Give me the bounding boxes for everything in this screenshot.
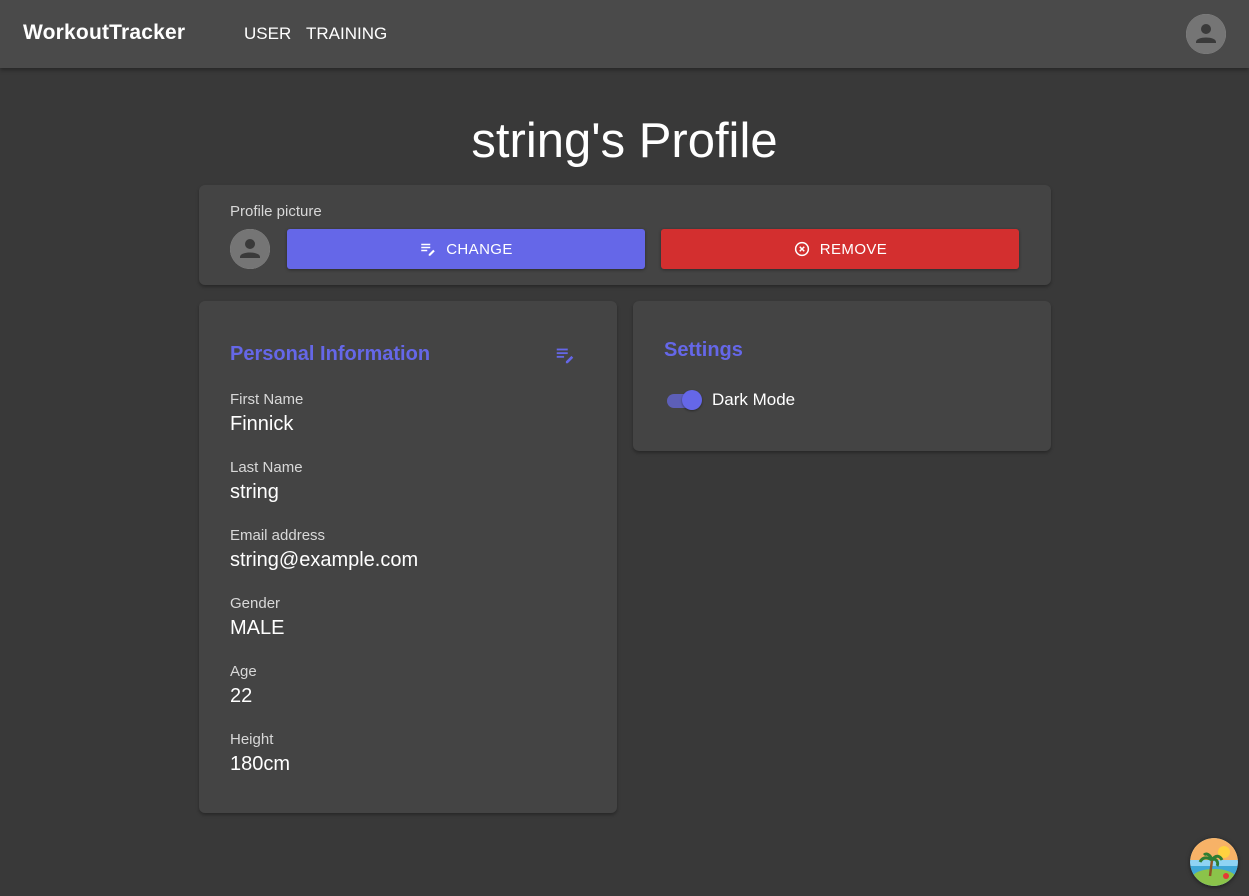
floating-app-button[interactable] bbox=[1190, 838, 1238, 886]
personal-information-title: Personal Information bbox=[230, 343, 431, 365]
remove-picture-button[interactable]: REMOVE bbox=[661, 229, 1019, 269]
nav-training-link[interactable]: TRAINING bbox=[306, 24, 387, 44]
profile-picture-caption: Profile picture bbox=[230, 203, 322, 220]
edit-note-icon bbox=[419, 240, 437, 258]
account-circle-icon bbox=[1186, 14, 1226, 54]
cancel-circle-icon bbox=[793, 240, 811, 258]
gender-value: MALE bbox=[230, 617, 285, 639]
age-value: 22 bbox=[230, 685, 253, 707]
first-name-value: Finnick bbox=[230, 413, 294, 435]
app-bar: WorkoutTracker USER TRAINING bbox=[0, 0, 1249, 68]
first-name-label: First Name bbox=[230, 391, 304, 408]
height-value: 180cm bbox=[230, 753, 291, 775]
personal-information-card: Personal Information First Name Finnick … bbox=[199, 301, 617, 813]
beach-island-icon bbox=[1190, 838, 1238, 886]
change-button-label: CHANGE bbox=[446, 240, 513, 258]
change-picture-button[interactable]: CHANGE bbox=[287, 229, 645, 269]
account-button[interactable] bbox=[1186, 14, 1226, 54]
page-title: string's Profile bbox=[471, 114, 778, 168]
email-label: Email address bbox=[230, 527, 326, 544]
last-name-label: Last Name bbox=[230, 459, 303, 476]
dark-mode-toggle[interactable] bbox=[665, 389, 703, 411]
profile-picture-card: Profile picture CHANGE REMOVE bbox=[199, 185, 1051, 285]
email-value: string@example.com bbox=[230, 549, 419, 571]
settings-card: Settings Dark Mode bbox=[633, 301, 1051, 451]
person-icon bbox=[230, 229, 270, 269]
edit-note-icon bbox=[556, 348, 574, 364]
toggle-thumb bbox=[682, 390, 702, 410]
edit-personal-info-button[interactable] bbox=[553, 343, 577, 367]
avatar bbox=[230, 229, 270, 269]
age-label: Age bbox=[230, 663, 257, 680]
last-name-value: string bbox=[230, 481, 279, 503]
brand-title[interactable]: WorkoutTracker bbox=[23, 21, 185, 45]
remove-button-label: REMOVE bbox=[819, 240, 888, 258]
height-label: Height bbox=[230, 731, 274, 748]
settings-title: Settings bbox=[664, 339, 743, 361]
gender-label: Gender bbox=[230, 595, 281, 612]
dark-mode-label: Dark Mode bbox=[712, 390, 796, 409]
nav-user-link[interactable]: USER bbox=[244, 24, 291, 44]
